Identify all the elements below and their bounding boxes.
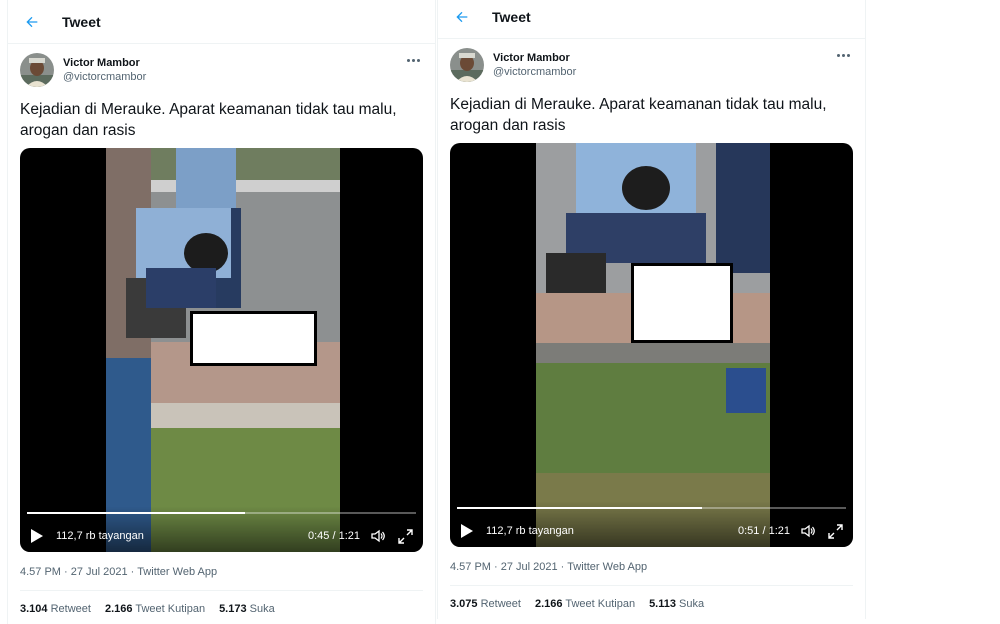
like-count: 5.173	[219, 603, 247, 615]
retweet-label: Retweet	[480, 598, 521, 610]
tweet-stats: 3.075 Retweet 2.166 Tweet Kutipan 5.113 …	[450, 585, 853, 610]
tweet-text: Kejadian di Merauke. Aparat keamanan tid…	[450, 96, 827, 134]
redaction-box	[631, 263, 733, 343]
quote-label: Tweet Kutipan	[135, 603, 206, 615]
quote-count: 2.166	[534, 598, 563, 610]
like-stat[interactable]: 5.173 Suka	[219, 603, 275, 615]
retweet-count: 3.104	[20, 603, 48, 615]
video-player[interactable]: 112,7 rb tayangan 0:45 / 1:21	[20, 148, 423, 552]
video-frame	[536, 143, 770, 547]
retweet-stat[interactable]: 3.075 Retweet	[450, 598, 521, 610]
author-name[interactable]: Victor Mambor	[63, 56, 146, 70]
quote-stat[interactable]: 2.166 Tweet Kutipan	[535, 598, 635, 610]
tweet-header: Tweet	[438, 0, 865, 39]
quote-count: 2.166	[104, 603, 133, 615]
video-player[interactable]: 112,7 rb tayangan 0:51 / 1:21	[450, 143, 853, 547]
video-time: 0:51 / 1:21	[738, 525, 790, 537]
more-icon	[836, 53, 850, 57]
back-arrow-icon	[26, 16, 38, 27]
volume-icon[interactable]	[370, 528, 386, 544]
tweet-panel-left: Tweet Victor Mambor @victorcmambor Kejad…	[7, 0, 436, 624]
video-progress-fill	[27, 512, 245, 514]
tweet-text: Kejadian di Merauke. Aparat keamanan tid…	[20, 101, 397, 139]
more-button[interactable]	[833, 48, 853, 62]
tweet-meta[interactable]: 4.57 PM · 27 Jul 2021 · Twitter Web App	[438, 547, 865, 585]
tweet-stats: 3.104 Retweet 2.166 Tweet Kutipan 5.173 …	[20, 590, 423, 615]
avatar[interactable]	[20, 53, 54, 87]
tweet-panel-right: Tweet Victor Mambor @victorcmambor Kejad…	[437, 0, 866, 619]
retweet-count: 3.075	[450, 598, 478, 610]
video-progress-bar[interactable]	[27, 512, 416, 514]
author-handle[interactable]: @victorcmambor	[63, 70, 146, 84]
video-scene-image	[536, 143, 770, 547]
retweet-label: Retweet	[50, 603, 91, 615]
view-count: 112,7 rb tayangan	[56, 530, 144, 542]
more-button[interactable]	[403, 53, 423, 67]
video-time: 0:45 / 1:21	[308, 530, 360, 542]
redaction-box	[190, 311, 317, 366]
play-icon[interactable]	[30, 528, 44, 544]
volume-icon[interactable]	[800, 523, 816, 539]
avatar[interactable]	[450, 48, 484, 82]
video-progress-bar[interactable]	[457, 507, 846, 509]
play-icon[interactable]	[460, 523, 474, 539]
author-name[interactable]: Victor Mambor	[493, 51, 576, 65]
tweet-meta[interactable]: 4.57 PM · 27 Jul 2021 · Twitter Web App	[8, 552, 435, 590]
video-controls: 112,7 rb tayangan 0:51 / 1:21	[450, 522, 853, 540]
fullscreen-icon[interactable]	[398, 528, 413, 544]
like-stat[interactable]: 5.113 Suka	[649, 598, 704, 610]
author-handle[interactable]: @victorcmambor	[493, 65, 576, 79]
back-button[interactable]	[10, 0, 54, 44]
more-icon	[406, 58, 420, 62]
retweet-stat[interactable]: 3.104 Retweet	[20, 603, 91, 615]
screenshot-stage: Tweet Victor Mambor @victorcmambor Kejad…	[0, 0, 1000, 624]
header-title: Tweet	[62, 13, 101, 30]
like-count: 5.113	[649, 598, 676, 610]
tweet-author: Victor Mambor @victorcmambor	[438, 39, 865, 91]
back-arrow-icon	[456, 11, 468, 22]
tweet-header: Tweet	[8, 0, 435, 44]
header-title: Tweet	[492, 8, 531, 25]
view-count: 112,7 rb tayangan	[486, 525, 574, 537]
like-label: Suka	[249, 603, 275, 615]
quote-label: Tweet Kutipan	[565, 598, 636, 610]
video-progress-fill	[457, 507, 703, 509]
fullscreen-icon[interactable]	[828, 523, 843, 539]
like-label: Suka	[679, 598, 705, 610]
video-controls: 112,7 rb tayangan 0:45 / 1:21	[20, 527, 423, 545]
back-button[interactable]	[440, 0, 484, 39]
quote-stat[interactable]: 2.166 Tweet Kutipan	[105, 603, 205, 615]
video-frame	[106, 148, 340, 552]
tweet-author: Victor Mambor @victorcmambor	[8, 44, 435, 96]
